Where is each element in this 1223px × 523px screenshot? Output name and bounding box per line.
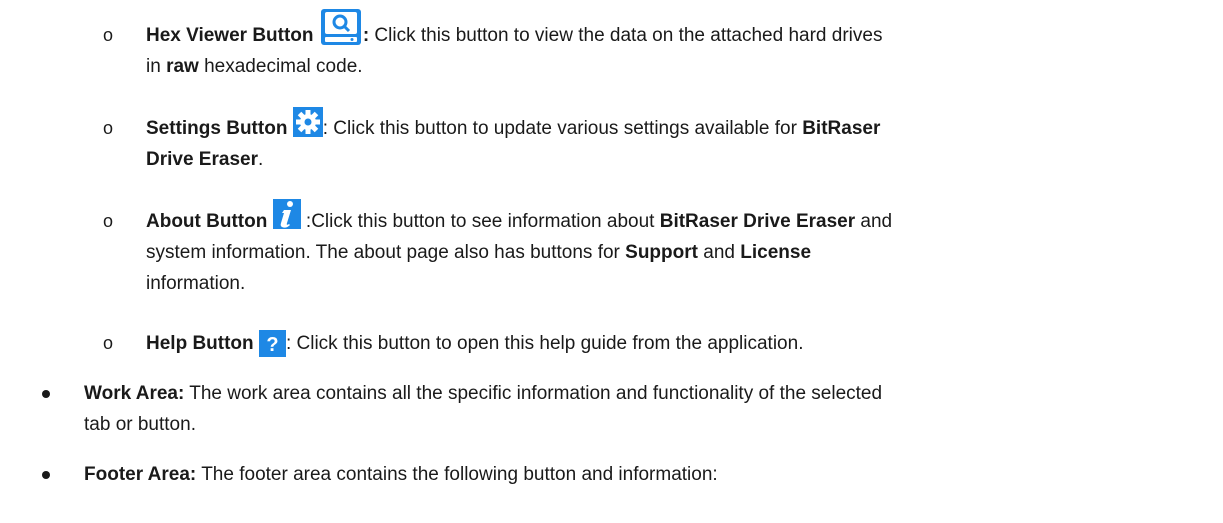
item-title: About Button (146, 211, 268, 232)
list-marker: o (103, 25, 114, 45)
settings-item: o Settings Button : Click this button to… (103, 106, 1202, 175)
bullet (42, 390, 50, 398)
work-area-item: Work Area: The work area contains all th… (42, 378, 1202, 440)
help-icon: ? (258, 330, 286, 358)
hex-viewer-icon (319, 8, 363, 46)
info-icon (272, 198, 301, 229)
item-title: Settings Button (146, 118, 288, 139)
hex-viewer-item: o Hex Viewer Button : Click this button … (103, 8, 1202, 82)
gear-icon (292, 106, 323, 137)
bullet (42, 471, 50, 479)
list-marker: o (103, 211, 114, 231)
about-item: o About Button :Click this button to see… (103, 198, 1202, 299)
footer-area-item: Footer Area: The footer area contains th… (42, 459, 1202, 490)
item-title: Footer Area: (84, 464, 197, 485)
list-marker: o (103, 118, 114, 138)
item-title: Work Area: (84, 383, 185, 404)
help-item: o Help Button ? : Click this button to o… (103, 328, 1202, 359)
svg-text:?: ? (266, 334, 278, 356)
list-marker: o (103, 333, 114, 353)
help-page: o Hex Viewer Button : Click this button … (0, 0, 1223, 523)
item-title: Help Button (146, 333, 254, 354)
item-title: Hex Viewer Button (146, 25, 314, 46)
